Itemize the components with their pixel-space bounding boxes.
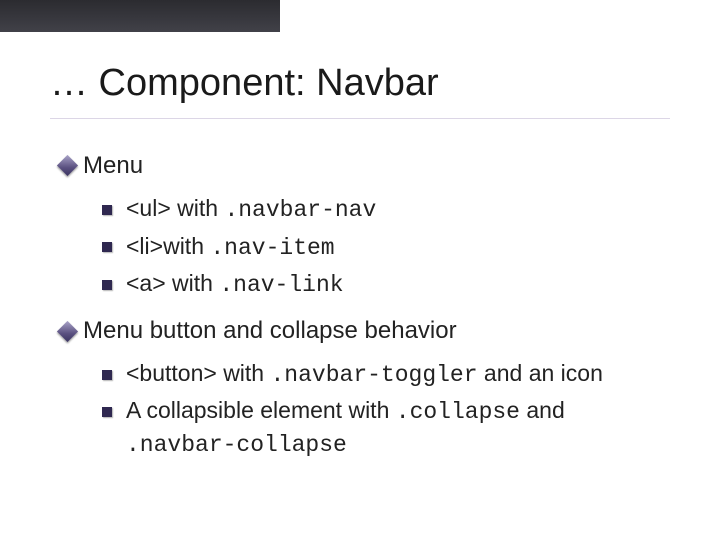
square-bullet-icon	[102, 205, 112, 215]
item-text: <a> with	[126, 270, 219, 296]
diamond-bullet-icon	[60, 316, 75, 348]
item-code: .nav-link	[219, 272, 343, 298]
item-text: <ul> with	[126, 195, 224, 221]
section-heading-menu-button: Menu button and collapse behavior	[60, 315, 660, 348]
square-bullet-icon	[102, 280, 112, 290]
list-item: <li>with .nav-item	[102, 230, 660, 263]
item-code: .collapse	[396, 399, 520, 425]
list-item: <ul> with .navbar-nav	[102, 193, 660, 226]
section-heading-text: Menu button and collapse behavior	[83, 317, 457, 344]
title-underline	[50, 118, 670, 119]
section-heading-text: Menu	[83, 152, 143, 179]
list-item: A collapsible element with .collapse and…	[102, 395, 660, 461]
item-code: .nav-item	[210, 235, 334, 261]
item-text: <li>with	[126, 233, 210, 259]
square-bullet-icon	[102, 370, 112, 380]
square-bullet-icon	[102, 407, 112, 417]
list-item: <a> with .nav-link	[102, 268, 660, 301]
item-code-2: .navbar-collapse	[126, 432, 347, 458]
item-text: <button> with	[126, 360, 271, 386]
slide-body: Menu <ul> with .navbar-nav <li>with .nav…	[60, 150, 660, 465]
section-heading-menu: Menu	[60, 150, 660, 183]
diamond-bullet-icon	[60, 150, 75, 182]
square-bullet-icon	[102, 242, 112, 252]
item-text: A collapsible element with	[126, 397, 396, 423]
list-item: <button> with .navbar-toggler and an ico…	[102, 358, 660, 391]
decorative-top-strip	[0, 0, 280, 32]
item-code: .navbar-toggler	[271, 362, 478, 388]
slide-title: … Component: Navbar	[50, 62, 439, 105]
item-code: .navbar-nav	[224, 197, 376, 223]
item-text-post: and an icon	[478, 360, 603, 386]
item-text-mid: and	[520, 397, 565, 423]
